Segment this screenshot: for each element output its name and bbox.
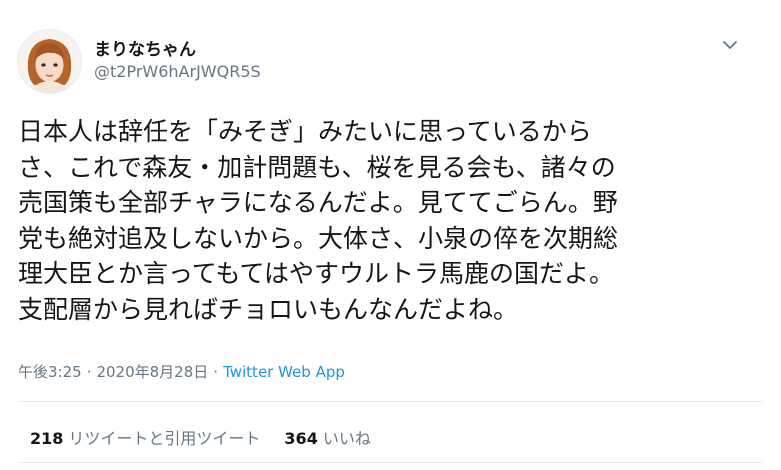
divider — [18, 401, 763, 402]
meta-separator: · — [86, 363, 92, 381]
avatar[interactable] — [17, 29, 82, 94]
avatar-illustration — [18, 30, 81, 93]
tweet-meta: 午後3:25 · 2020年8月28日 · Twitter Web App — [18, 361, 345, 382]
likes-count: 364 — [284, 429, 318, 448]
tweet-stats: 218 リツイートと引用ツイート 364 いいね — [30, 425, 371, 449]
retweets-count: 218 — [30, 429, 64, 448]
retweets-label: リツイートと引用ツイート — [68, 429, 261, 448]
tweet-date[interactable]: 2020年8月28日 — [96, 363, 208, 381]
divider — [18, 462, 763, 463]
tweet-time[interactable]: 午後3:25 — [18, 363, 82, 381]
tweet-text: 日本人は辞任を「みそぎ」みたいに思っているから さ、これで森友・加計問題も、桜を… — [18, 117, 619, 324]
tweet-source-link[interactable]: Twitter Web App — [223, 363, 345, 381]
meta-separator: · — [213, 363, 219, 381]
chevron-down-icon[interactable] — [718, 33, 742, 57]
tweet-card: まりなちゃん @t2PrW6hArJWQR5S 日本人は辞任を「みそぎ」みたいに… — [0, 0, 781, 470]
likes-stat[interactable]: 364 いいね — [284, 425, 370, 449]
likes-label: いいね — [322, 429, 371, 448]
display-name[interactable]: まりなちゃん — [94, 35, 196, 60]
user-handle[interactable]: @t2PrW6hArJWQR5S — [94, 62, 261, 81]
retweets-stat[interactable]: 218 リツイートと引用ツイート — [30, 425, 260, 449]
